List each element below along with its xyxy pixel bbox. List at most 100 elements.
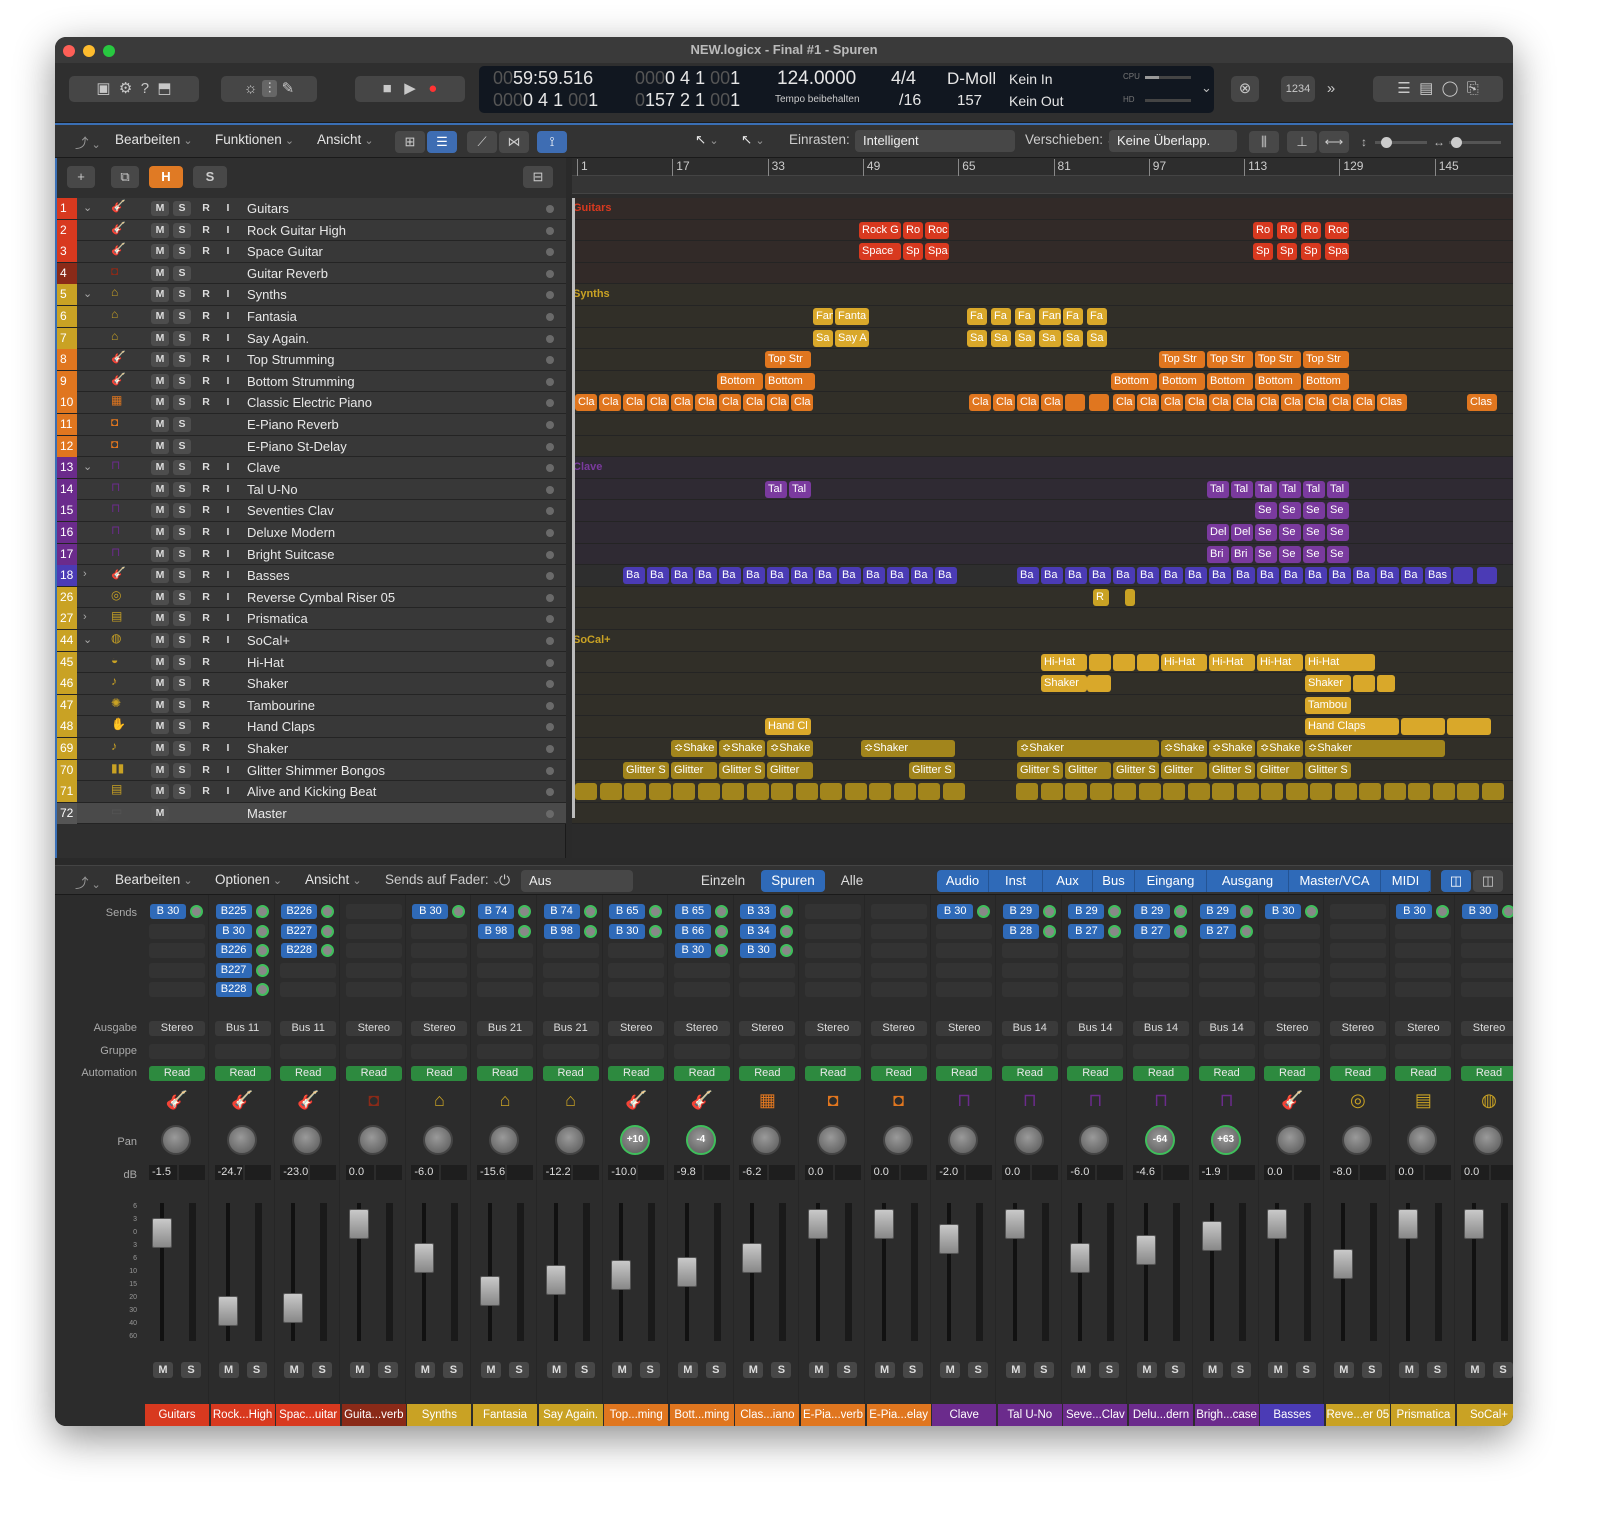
region[interactable]: Ba <box>815 567 837 585</box>
beat-region[interactable] <box>1261 783 1283 801</box>
group-slot[interactable] <box>1329 1044 1386 1059</box>
solo-button[interactable]: S <box>574 1362 595 1378</box>
output-slot[interactable]: Stereo <box>149 1021 205 1036</box>
beat-region[interactable] <box>1334 783 1357 801</box>
filter-inst[interactable]: Inst <box>989 870 1043 892</box>
mute-button[interactable]: M <box>151 568 169 584</box>
region[interactable]: Top Str <box>1303 351 1349 369</box>
chevron-down-icon[interactable]: ⌄ <box>1201 80 1212 96</box>
region[interactable] <box>1447 718 1491 736</box>
empty-send-slot[interactable] <box>739 962 796 978</box>
solo-button[interactable]: S <box>771 1362 792 1378</box>
send-level-knob[interactable] <box>1305 905 1319 918</box>
group-slot[interactable] <box>1001 1044 1058 1059</box>
tab-single[interactable]: Einzeln <box>693 870 753 892</box>
region[interactable]: Ba <box>911 567 933 585</box>
empty-send-slot[interactable] <box>477 943 533 958</box>
empty-send-slot[interactable] <box>1329 904 1386 919</box>
solo-button[interactable]: S <box>173 395 191 411</box>
track-name[interactable]: Deluxe Modern <box>247 522 335 543</box>
send-slot[interactable]: B 27 <box>1134 923 1170 939</box>
solo-button[interactable]: S <box>1033 1362 1054 1378</box>
region[interactable]: Cla <box>1017 394 1039 412</box>
mute-button[interactable]: M <box>151 741 169 756</box>
region[interactable] <box>1353 675 1375 693</box>
pan-knob[interactable]: +10 <box>620 1125 651 1155</box>
send-slot[interactable]: B 30 <box>937 904 974 919</box>
send-slot[interactable]: B 30 <box>740 943 777 958</box>
power-icon[interactable]: ⏻ <box>499 872 510 889</box>
solo-button[interactable]: S <box>173 201 191 216</box>
region[interactable] <box>1089 653 1111 671</box>
region[interactable]: Ba <box>671 567 693 585</box>
disclosure-open-icon[interactable]: ⌄ <box>83 287 92 300</box>
input-monitor-button[interactable]: I <box>219 223 237 238</box>
send-level-knob[interactable] <box>1042 905 1056 918</box>
send-slot[interactable]: B 34 <box>740 923 777 939</box>
mute-button[interactable]: M <box>151 222 169 238</box>
group-slot[interactable] <box>280 1044 337 1059</box>
mute-button[interactable]: M <box>151 352 169 368</box>
pan-knob[interactable] <box>489 1125 519 1155</box>
solo-button[interactable]: S <box>173 373 191 389</box>
empty-send-slot[interactable] <box>1133 982 1189 997</box>
output-slot[interactable]: Bus 21 <box>542 1021 599 1036</box>
solo-button[interactable]: S <box>173 417 191 432</box>
track-header-2[interactable]: 2 🎸 M S R I Rock Guitar High <box>57 219 566 242</box>
send-level-knob[interactable] <box>1239 905 1253 918</box>
beat-region[interactable] <box>844 783 867 801</box>
automation-mode[interactable]: Read <box>608 1066 665 1081</box>
output-slot[interactable]: Stereo <box>805 1021 861 1036</box>
solo-button[interactable]: S <box>173 309 191 324</box>
track-header-46[interactable]: 46 ♪ M S R Shaker <box>57 673 566 695</box>
mute-button[interactable]: M <box>151 330 169 346</box>
channel-name[interactable]: Seve...Clav <box>1063 1404 1128 1426</box>
solo-button[interactable]: S <box>173 719 191 735</box>
group-slot[interactable] <box>1067 1044 1124 1059</box>
track-header-16[interactable]: 16 ⊓ M S R I Deluxe Modern <box>57 522 566 544</box>
disclosure-open-icon[interactable]: ⌄ <box>83 633 92 646</box>
empty-send-slot[interactable] <box>1461 923 1513 939</box>
empty-send-slot[interactable] <box>149 923 205 939</box>
input-monitor-button[interactable]: I <box>219 590 237 605</box>
volume-fader[interactable] <box>1201 1203 1222 1341</box>
send-slot[interactable]: B 30 <box>1462 904 1498 919</box>
empty-send-slot[interactable] <box>1264 982 1321 997</box>
track-header-4[interactable]: 4 ◘ M S Guitar Reverb <box>57 262 566 285</box>
automation-mode[interactable]: Read <box>1001 1066 1058 1081</box>
send-level-knob[interactable] <box>1239 924 1253 938</box>
region[interactable]: ≎Shake <box>671 740 717 757</box>
output-slot[interactable]: Bus 14 <box>1067 1021 1124 1036</box>
send-level-knob[interactable] <box>1108 905 1122 918</box>
mute-button[interactable]: M <box>151 525 169 540</box>
record-enable-button[interactable]: R <box>197 460 215 475</box>
region[interactable]: Cla <box>1305 394 1327 412</box>
channel-name[interactable]: Spac...uitar <box>276 1404 341 1426</box>
group-slot[interactable] <box>411 1044 468 1059</box>
region[interactable]: Tal <box>1207 480 1229 498</box>
empty-send-slot[interactable] <box>870 923 927 939</box>
empty-send-slot[interactable] <box>608 962 665 978</box>
fader-cap[interactable] <box>348 1208 369 1239</box>
count-in-button[interactable]: 1234 <box>1281 76 1315 102</box>
send-level-knob[interactable] <box>321 924 335 938</box>
filter-aux[interactable]: Aux <box>1043 870 1093 892</box>
region[interactable]: Cla <box>671 394 693 412</box>
channel-name[interactable]: Rock...High <box>210 1404 275 1426</box>
region[interactable]: Cla <box>1209 394 1231 412</box>
region[interactable]: Se <box>1255 524 1277 541</box>
beat-region[interactable] <box>771 783 793 801</box>
mute-button[interactable]: M <box>415 1362 436 1378</box>
solo-button[interactable]: S <box>173 265 191 281</box>
automation-mode[interactable]: Read <box>411 1066 468 1081</box>
track-header-11[interactable]: 11 ◘ M S E-Piano Reverb <box>57 414 566 436</box>
region[interactable]: Fan <box>1039 308 1061 325</box>
disclosure-closed-icon[interactable]: › <box>83 611 87 623</box>
record-enable-button[interactable]: R <box>197 763 215 778</box>
region[interactable]: Glitter <box>671 761 717 779</box>
flex-icon[interactable]: ⋈ <box>499 131 529 153</box>
region[interactable]: Cla <box>719 394 741 412</box>
empty-send-slot[interactable] <box>1133 943 1189 958</box>
group-slot[interactable] <box>739 1044 796 1059</box>
send-slot[interactable]: B 65 <box>674 904 711 919</box>
